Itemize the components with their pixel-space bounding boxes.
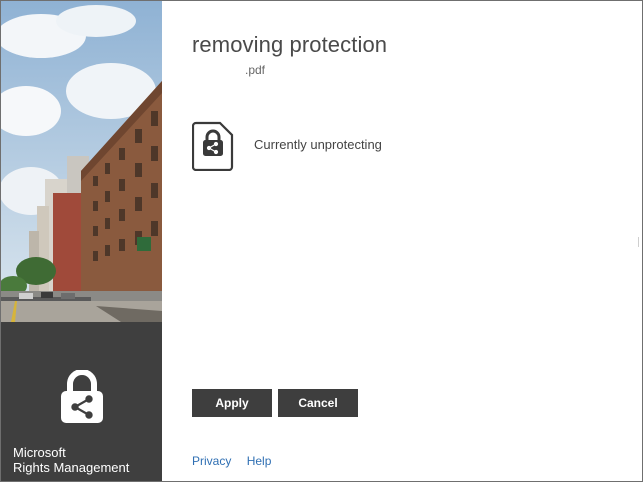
page-title: removing protection — [192, 32, 388, 57]
apply-button[interactable]: Apply — [192, 389, 272, 417]
cancel-button[interactable]: Cancel — [278, 389, 358, 417]
file-name: .pdf — [245, 63, 266, 77]
resize-grip[interactable] — [638, 237, 641, 247]
privacy-link[interactable]: Privacy — [192, 454, 231, 468]
rms-dialog-window: Microsoft Rights Management removing pro… — [0, 0, 643, 482]
city-street-photo — [1, 1, 162, 322]
protected-document-icon — [191, 121, 234, 176]
footer-links: Privacy Help — [192, 454, 283, 468]
help-link[interactable]: Help — [247, 454, 272, 468]
main-panel: removing protection .pdf Currently unpro… — [162, 1, 642, 481]
brand-line-1: Microsoft — [13, 445, 66, 460]
sidebar: Microsoft Rights Management — [1, 1, 162, 481]
lock-share-icon — [59, 369, 105, 431]
hero-image — [1, 1, 162, 322]
brand-name: Microsoft Rights Management — [13, 445, 129, 475]
brand-line-2: Rights Management — [13, 460, 130, 475]
status-text: Currently unprotecting — [254, 137, 382, 152]
